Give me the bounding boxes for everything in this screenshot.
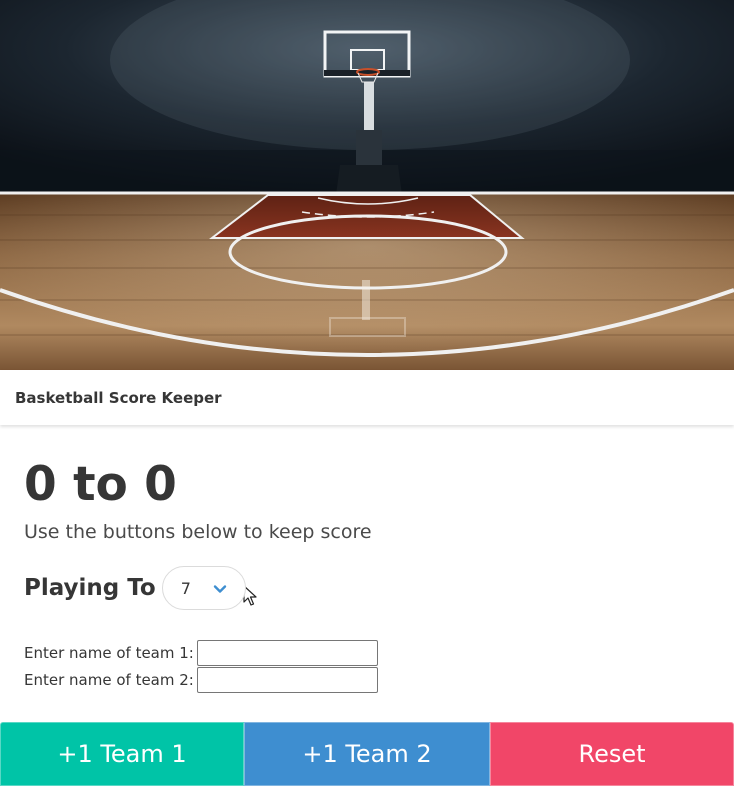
score-display: 0 to 0 bbox=[24, 457, 177, 512]
chevron-down-icon bbox=[213, 585, 226, 593]
playing-to-row: Playing To 7 bbox=[24, 565, 714, 611]
page: Basketball Score Keeper 0 to 0 Use the b… bbox=[0, 0, 734, 786]
team1-name-input[interactable] bbox=[196, 639, 378, 666]
team1-name-label: Enter name of team 1: bbox=[24, 643, 194, 662]
reset-button[interactable]: Reset bbox=[490, 722, 734, 786]
playing-to-selected-value: 7 bbox=[180, 578, 191, 598]
team2-name-input[interactable] bbox=[196, 666, 378, 693]
card-header: Basketball Score Keeper bbox=[0, 370, 734, 425]
playing-to-label: Playing To bbox=[24, 575, 156, 601]
card-title: Basketball Score Keeper bbox=[15, 388, 222, 407]
plus-one-team1-button[interactable]: +1 Team 1 bbox=[0, 722, 244, 786]
plus-one-team2-button[interactable]: +1 Team 2 bbox=[244, 722, 490, 786]
score-buttons: +1 Team 1 +1 Team 2 Reset bbox=[0, 722, 734, 786]
team1-name-row: Enter name of team 1: bbox=[24, 639, 714, 666]
playing-to-select[interactable]: 7 bbox=[161, 566, 246, 610]
team2-name-label: Enter name of team 2: bbox=[24, 670, 194, 689]
team-names-form: Enter name of team 1: Enter name of team… bbox=[24, 639, 714, 693]
hero-image bbox=[0, 0, 734, 370]
card-content: 0 to 0 Use the buttons below to keep sco… bbox=[24, 455, 714, 693]
score-subtitle: Use the buttons below to keep score bbox=[24, 521, 372, 543]
team2-name-row: Enter name of team 2: bbox=[24, 666, 714, 693]
